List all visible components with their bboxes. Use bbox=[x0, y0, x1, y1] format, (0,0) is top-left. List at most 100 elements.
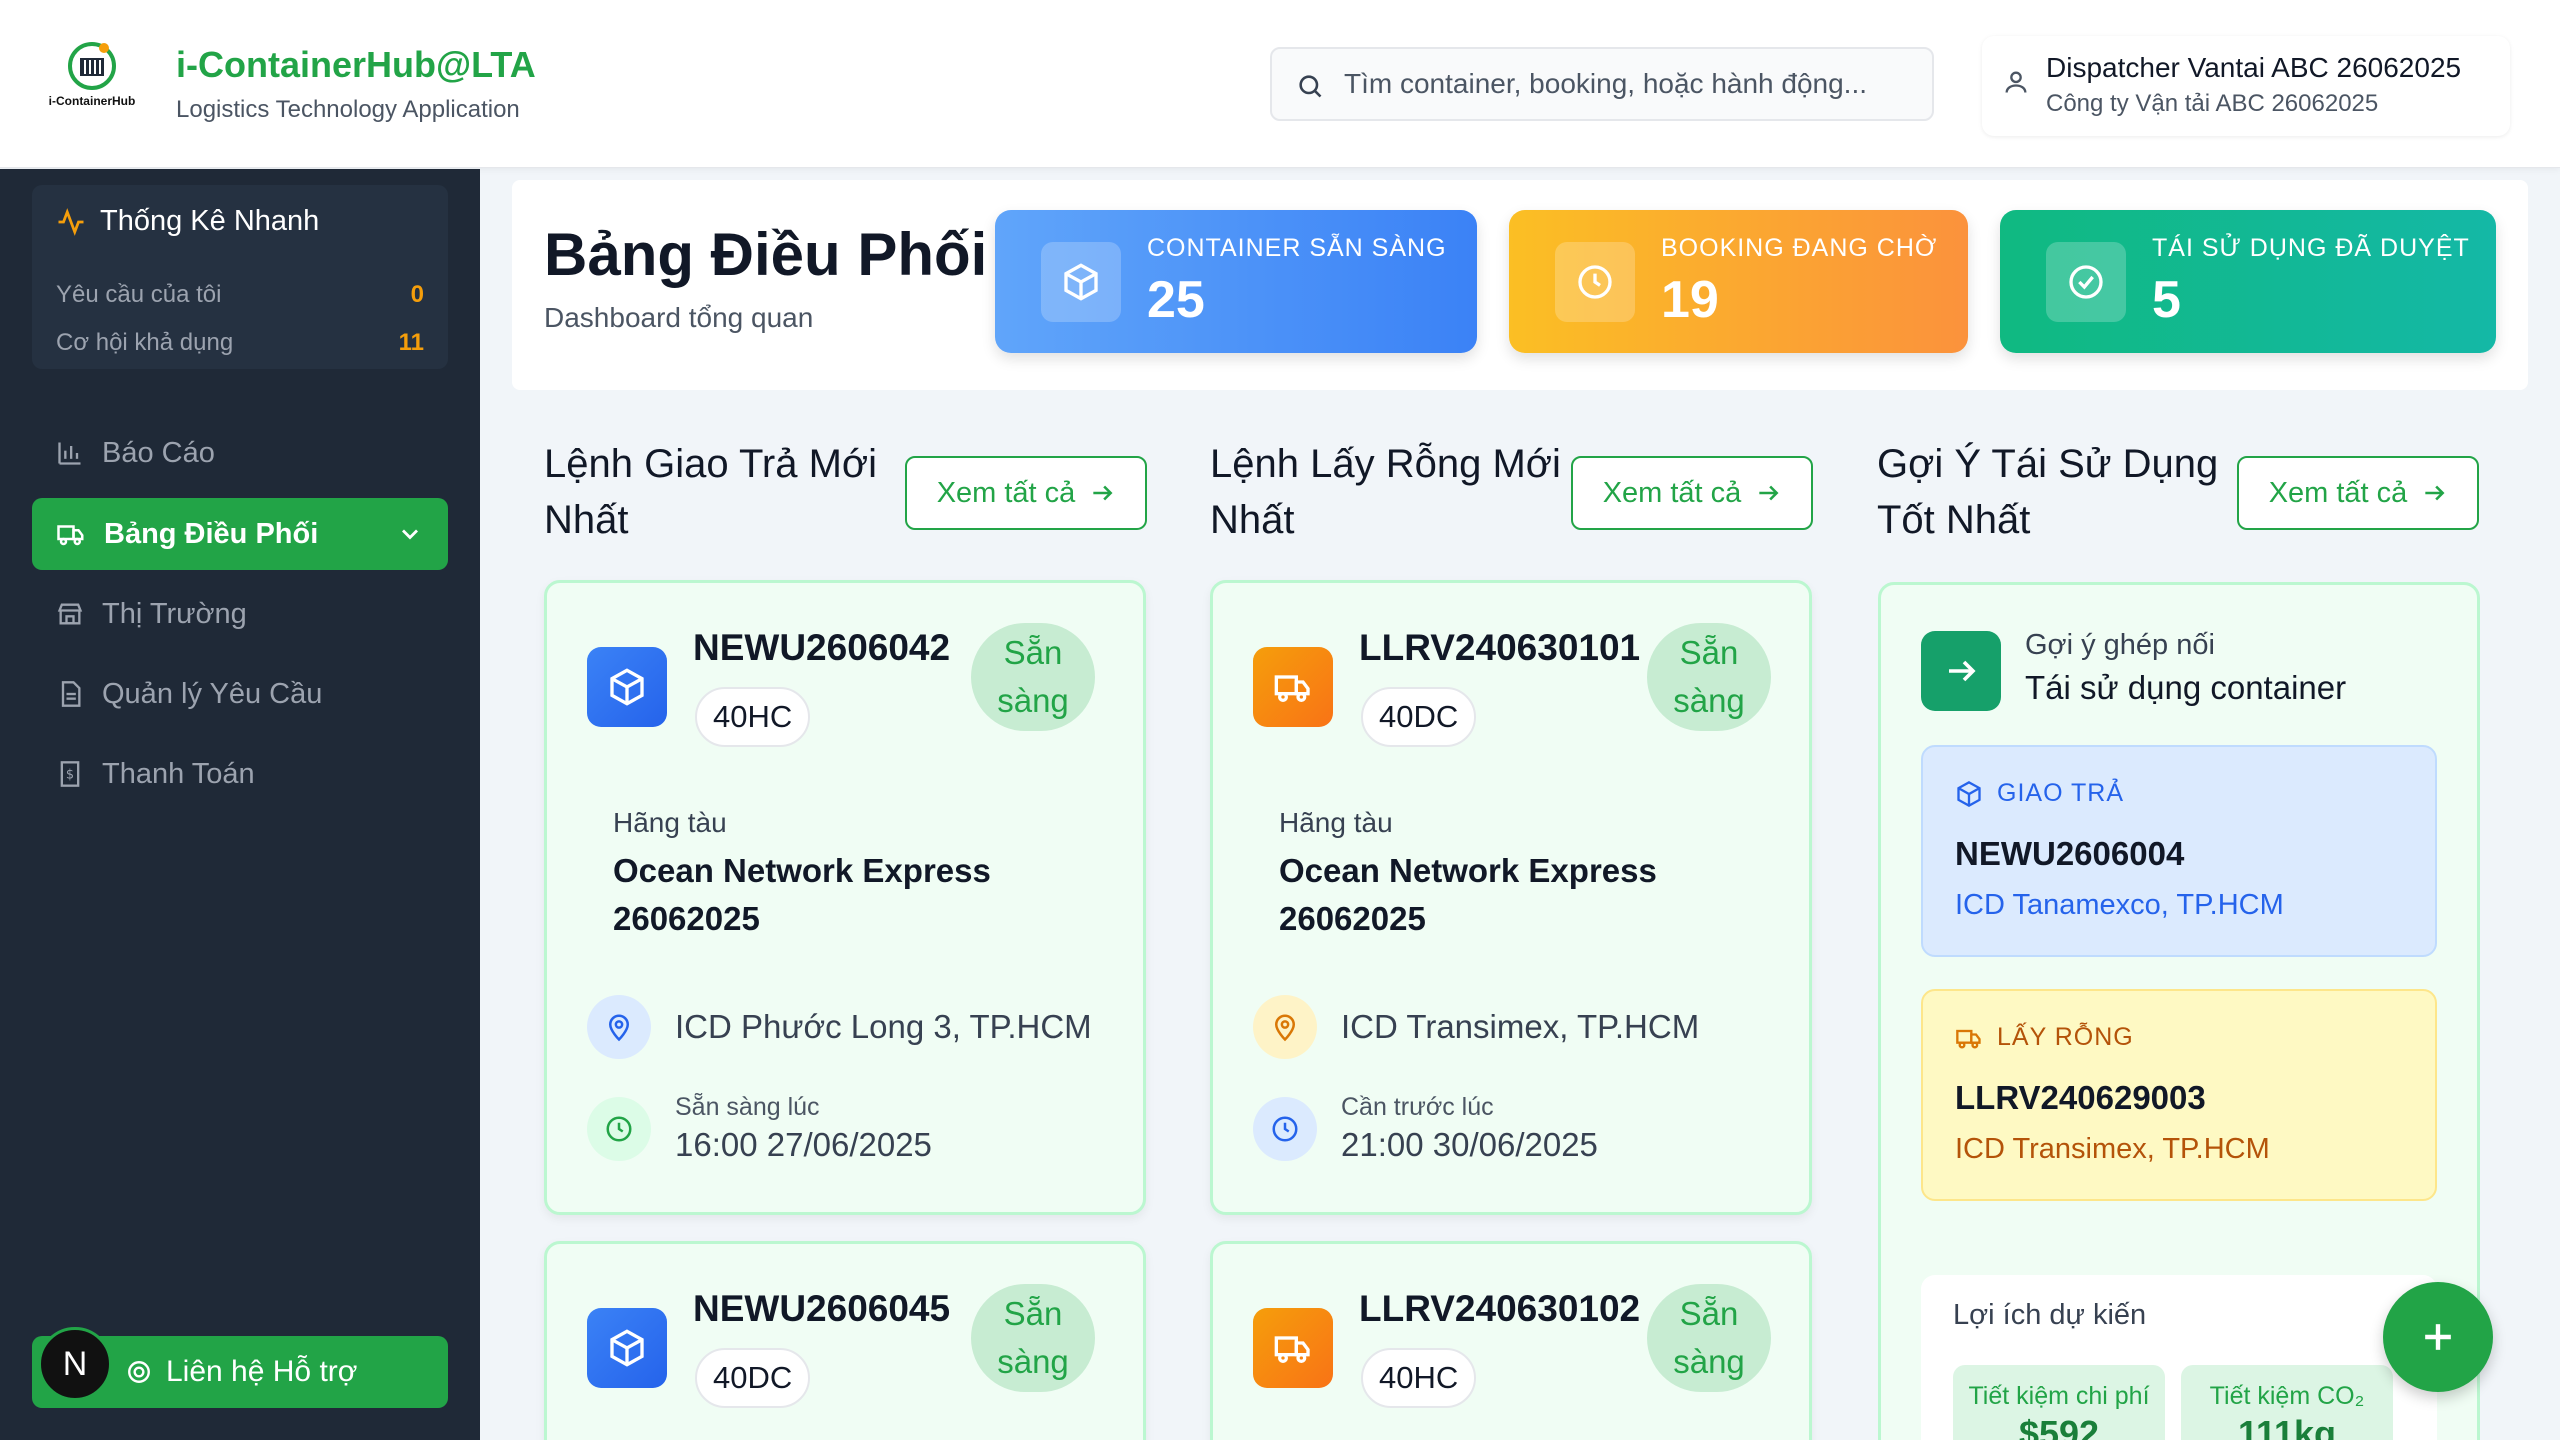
plus-icon bbox=[2416, 1315, 2460, 1359]
svg-text:$: $ bbox=[66, 768, 74, 783]
status-badge: Sẵn sàng bbox=[971, 1284, 1095, 1392]
box-icon bbox=[1041, 242, 1121, 322]
document-icon bbox=[56, 680, 84, 708]
carrier-label: Hãng tàu bbox=[613, 807, 727, 838]
import-tag: GIAO TRẢ bbox=[1955, 779, 2124, 808]
time-row: Sẵn sàng lúc 16:00 27/06/2025 bbox=[587, 1093, 932, 1164]
truck-icon bbox=[1253, 1308, 1333, 1388]
export-order-card[interactable]: LLRV240630102 40HC Sẵn sàng bbox=[1210, 1241, 1812, 1440]
view-all-import-button[interactable]: Xem tất cả bbox=[905, 456, 1147, 530]
kpi-reuse-approved[interactable]: TÁI SỬ DỤNG ĐÃ DUYỆT 5 bbox=[2000, 210, 2496, 353]
support-label: Liên hệ Hỗ trợ bbox=[166, 1355, 358, 1388]
sidebar-item-label: Thanh Toán bbox=[102, 757, 255, 790]
clock-icon bbox=[1253, 1096, 1317, 1161]
kpi-value: 25 bbox=[1147, 271, 1205, 329]
sidebar-item-dispatch[interactable]: Bảng Điều Phối bbox=[32, 498, 448, 570]
app-title: i-ContainerHub@LTA bbox=[176, 44, 536, 85]
export-section-title: Lệnh Lấy Rỗng Mới Nhất bbox=[1210, 442, 1561, 542]
kpi-label: CONTAINER SẴN SÀNG bbox=[1147, 234, 1447, 262]
container-logo-icon bbox=[66, 40, 118, 92]
arrow-right-icon bbox=[2421, 480, 2447, 506]
brand: i-ContainerHub@LTA Logistics Technology … bbox=[176, 44, 536, 124]
time-label: Cần trước lúc bbox=[1341, 1093, 1494, 1121]
export-order-card[interactable]: LLRV240630101 40DC Sẵn sàng Hãng tàu Oce… bbox=[1210, 580, 1812, 1215]
stat-value: 0 bbox=[410, 281, 424, 308]
location-row: ICD Phước Long 3, TP.HCM bbox=[587, 995, 1092, 1059]
stat-label: Yêu cầu của tôi bbox=[56, 281, 222, 308]
container-id: LLRV240630102 bbox=[1359, 1288, 1641, 1329]
stat-row: Cơ hội khả dụng 11 bbox=[56, 329, 424, 357]
status-badge: Sẵn sàng bbox=[1647, 1284, 1771, 1392]
import-order-card[interactable]: NEWU2606042 40HC Sẵn sàng Hãng tàu Ocean… bbox=[544, 580, 1146, 1215]
co2-saving-value: 111kg bbox=[2237, 1413, 2337, 1440]
arrow-right-icon bbox=[1921, 631, 2001, 711]
time-label: Sẵn sàng lúc bbox=[675, 1093, 820, 1121]
location-text: ICD Phước Long 3, TP.HCM bbox=[675, 1008, 1092, 1045]
clock-icon bbox=[587, 1096, 651, 1161]
location-row: ICD Transimex, TP.HCM bbox=[1253, 995, 1699, 1059]
container-size-tag: 40DC bbox=[695, 1348, 811, 1408]
box-icon bbox=[1955, 780, 1983, 808]
user-company: Công ty Vận tải ABC 26062025 bbox=[2046, 90, 2379, 117]
kpi-value: 5 bbox=[2152, 271, 2181, 329]
stat-value: 11 bbox=[398, 329, 424, 356]
map-pin-icon bbox=[1253, 995, 1317, 1059]
sidebar-item-reports[interactable]: Báo Cáo bbox=[32, 417, 448, 489]
import-tag-label: GIAO TRẢ bbox=[1997, 779, 2125, 807]
sidebar-item-market[interactable]: Thị Trường bbox=[32, 578, 448, 650]
import-container-id: NEWU2606004 bbox=[1955, 835, 2185, 872]
suggestion-kicker: Gợi ý ghép nối bbox=[2025, 629, 2215, 661]
carrier-name: Ocean Network Express 26062025 bbox=[613, 852, 991, 937]
arrow-right-icon bbox=[1755, 480, 1781, 506]
import-match-box[interactable]: GIAO TRẢ NEWU2606004 ICD Tanamexco, TP.H… bbox=[1921, 745, 2437, 957]
location-text: ICD Transimex, TP.HCM bbox=[1341, 1008, 1700, 1045]
export-container-id: LLRV240629003 bbox=[1955, 1079, 2206, 1116]
kpi-bookings-pending[interactable]: BOOKING ĐANG CHỜ 19 bbox=[1509, 210, 1968, 353]
sidebar-item-requests[interactable]: Quản lý Yêu Cầu bbox=[32, 658, 448, 730]
user-menu[interactable]: Dispatcher Vantai ABC 26062025 Công ty V… bbox=[1982, 36, 2510, 136]
quick-stats: Thống Kê Nhanh Yêu cầu của tôi 0 Cơ hội … bbox=[32, 185, 448, 369]
view-all-export-button[interactable]: Xem tất cả bbox=[1571, 456, 1813, 530]
export-match-box[interactable]: LẤY RỖNG LLRV240629003 ICD Transimex, TP… bbox=[1921, 989, 2437, 1201]
logo-caption: i-ContainerHub bbox=[48, 94, 136, 108]
sidebar-item-payment[interactable]: $ Thanh Toán bbox=[32, 738, 448, 810]
user-name: Dispatcher Vantai ABC 26062025 bbox=[2046, 52, 2462, 83]
truck-icon bbox=[56, 519, 86, 549]
co2-saving: Tiết kiệm CO₂ 111kg bbox=[2181, 1365, 2393, 1440]
sidebar-item-label: Thị Trường bbox=[102, 597, 247, 630]
view-all-label: Xem tất cả bbox=[936, 476, 1076, 509]
truck-icon bbox=[1955, 1024, 1983, 1052]
lifebuoy-icon bbox=[126, 1359, 152, 1385]
view-all-label: Xem tất cả bbox=[2268, 476, 2408, 509]
stat-label: Cơ hội khả dụng bbox=[56, 329, 234, 356]
carrier-label: Hãng tàu bbox=[1279, 807, 1393, 838]
bar-chart-icon bbox=[56, 439, 84, 467]
receipt-icon: $ bbox=[56, 760, 84, 788]
import-order-card[interactable]: NEWU2606045 40DC Sẵn sàng bbox=[544, 1241, 1146, 1440]
avatar[interactable]: N bbox=[38, 1327, 112, 1401]
app-subtitle: Logistics Technology Application bbox=[176, 96, 520, 123]
box-icon bbox=[587, 1308, 667, 1388]
search-icon bbox=[1296, 72, 1324, 100]
add-fab-button[interactable] bbox=[2383, 1282, 2493, 1392]
activity-icon bbox=[56, 207, 86, 237]
sidebar: Thống Kê Nhanh Yêu cầu của tôi 0 Cơ hội … bbox=[0, 169, 480, 1440]
truck-icon bbox=[1253, 647, 1333, 727]
import-section-title: Lệnh Giao Trả Mới Nhất bbox=[544, 442, 878, 542]
chevron-down-icon bbox=[396, 520, 424, 548]
carrier-name: Ocean Network Express 26062025 bbox=[1279, 852, 1657, 937]
top-header: i-ContainerHub i-ContainerHub@LTA Logist… bbox=[0, 0, 2560, 168]
global-search[interactable] bbox=[1270, 47, 1934, 121]
view-all-label: Xem tất cả bbox=[1602, 476, 1742, 509]
arrow-right-icon bbox=[1089, 480, 1115, 506]
kpi-containers-ready[interactable]: CONTAINER SẴN SÀNG 25 bbox=[995, 210, 1477, 353]
benefit-title: Lợi ích dự kiến bbox=[1953, 1299, 2147, 1331]
app-logo[interactable]: i-ContainerHub bbox=[44, 40, 140, 120]
time-row: Cần trước lúc 21:00 30/06/2025 bbox=[1253, 1093, 1598, 1164]
benefit-panel: Lợi ích dự kiến Tiết kiệm chi phí $592 T… bbox=[1921, 1275, 2437, 1440]
kpi-value: 19 bbox=[1661, 271, 1719, 329]
sidebar-item-label: Báo Cáo bbox=[102, 436, 215, 469]
search-input[interactable] bbox=[1344, 49, 1914, 119]
user-icon bbox=[2002, 68, 2030, 96]
view-all-suggest-button[interactable]: Xem tất cả bbox=[2237, 456, 2479, 530]
